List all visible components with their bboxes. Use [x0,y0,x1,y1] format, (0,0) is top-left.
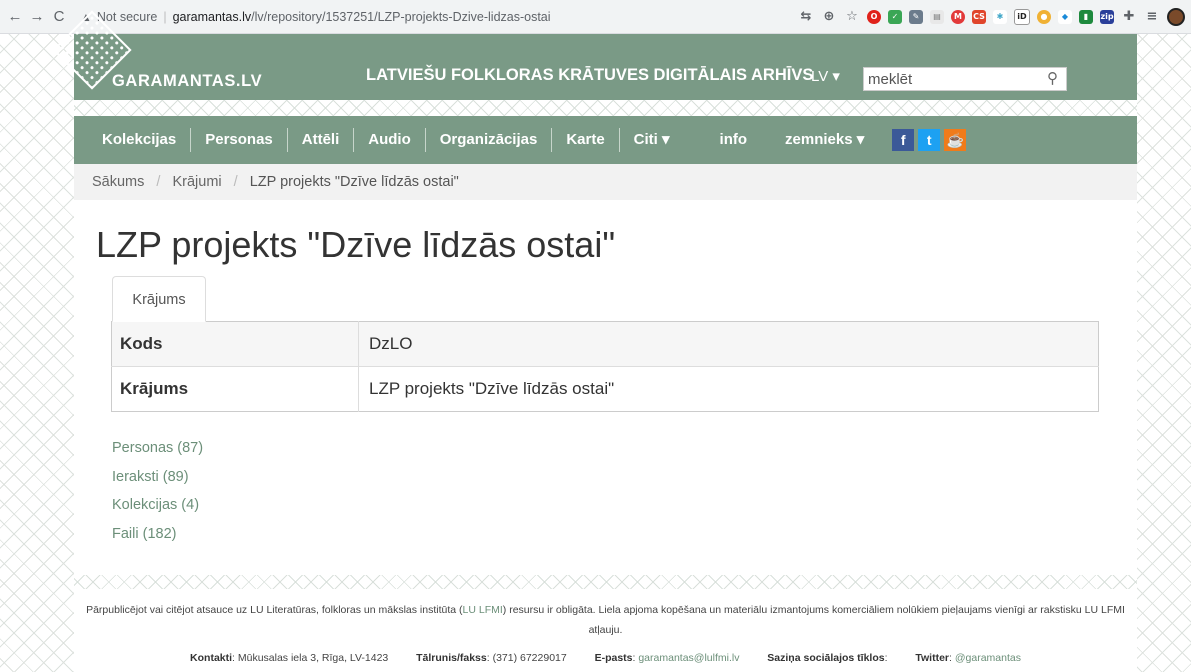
row-value: DzLO [358,321,1099,367]
decorative-band [74,100,1137,116]
phone-value: : (371) 67229017 [486,652,567,664]
page-title: LZP projekts "Dzīve līdzās ostai" [96,224,616,265]
nav-personas[interactable]: Personas [191,128,288,152]
nav-info[interactable]: info [706,128,762,152]
language-dropdown[interactable]: LV ▾ [811,67,840,85]
circle-icon[interactable]: ● [1037,9,1051,24]
book-icon[interactable]: ▮ [1079,9,1093,24]
contacts-label: Kontakti [190,652,233,664]
browser-toolbar: ← → C ▲ Not secure | garamantas.lv /lv/r… [0,0,1191,34]
list-icon[interactable]: ≡ [1144,9,1160,24]
extensions-bar: ⇆ ⊕ ☆ O ✓ ✎ ▤ M CS ✱ iD ● ◆ ▮ zip ✚ ≡ [798,7,1185,26]
reload-icon[interactable]: C [48,8,70,25]
site-header: GARAMANTAS.LV LATVIEŠU FOLKLORAS KRĀTUVE… [52,10,1137,100]
email-label: E-pasts [594,652,633,664]
social-links: f t ☕ [892,129,967,151]
search-input[interactable] [864,68,1042,90]
translate-icon[interactable]: ⇆ [798,9,814,24]
footer-notice: Pārpublicējot vai citējot atsauce uz LU … [74,600,1137,640]
site-title: LATVIEŠU FOLKLORAS KRĀTUVES DIGITĀLAIS A… [366,66,814,84]
nav-kolekcijas[interactable]: Kolekcijas [74,128,192,152]
nav-audio[interactable]: Audio [354,128,426,152]
phone-label: Tālrunis/fakss [416,652,487,664]
twitter-label: Twitter [915,652,950,664]
search-icon[interactable]: ⚲ [1047,69,1058,87]
react-icon[interactable]: ✱ [993,9,1007,24]
link-ieraksti[interactable]: Ieraksti (89) [112,463,203,492]
profile-avatar[interactable] [1167,7,1185,26]
table-row: Krājums LZP projekts "Dzīve līdzās ostai… [111,366,1099,412]
breadcrumb-separator: / [233,174,238,190]
twitter-link[interactable]: @garamantas [955,652,1021,664]
page-container: GARAMANTAS.LV LATVIEŠU FOLKLORAS KRĀTUVE… [52,10,1137,672]
social-label: Saziņa sociālajos tīklos [767,652,885,664]
nav-karte[interactable]: Karte [552,128,620,152]
url-host: garamantas.lv [172,9,252,24]
footer-contacts: Kontakti: Mūkusalas iela 3, Rīga, LV-142… [190,652,1021,664]
zoom-icon[interactable]: ⊕ [821,9,837,24]
breadcrumb-current: LZP projekts "Dzīve līdzās ostai" [249,174,459,190]
nav-user-dropdown[interactable]: zemnieks ▾ [771,128,878,152]
address-bar[interactable]: ▲ Not secure | garamantas.lv /lv/reposit… [80,4,730,30]
info-table: Kods DzLO Krājums LZP projekts "Dzīve lī… [111,321,1099,412]
cs-icon[interactable]: CS [972,9,986,24]
related-links: Personas (87) Ieraksti (89) Kolekcijas (… [112,434,203,548]
link-faili[interactable]: Faili (182) [112,520,203,549]
lfmi-link[interactable]: LU LFMI [463,604,503,616]
nav-organizacijas[interactable]: Organizācijas [426,128,553,152]
row-key: Krājums [111,366,359,412]
draugiem-icon[interactable]: ☕ [944,129,967,151]
notice-text: ) resursu ir obligāta. Liela apjoma kopē… [502,604,1125,636]
contacts-value: : Mūkusalas iela 3, Rīga, LV-1423 [232,652,389,664]
forward-icon[interactable]: → [26,8,48,25]
back-icon[interactable]: ← [4,8,26,25]
m-icon[interactable]: M [951,9,965,24]
pen-icon[interactable]: ✎ [909,9,923,24]
footer-divider [74,575,1137,589]
check-icon[interactable]: ✓ [888,9,902,24]
url-path: /lv/repository/1537251/LZP-projekts-Dziv… [251,9,551,24]
facebook-icon[interactable]: f [892,129,915,151]
diamond-icon[interactable]: ◆ [1058,9,1072,24]
breadcrumb-home[interactable]: Sākums [92,174,144,190]
breadcrumb-separator: / [156,174,161,190]
logo-text[interactable]: GARAMANTAS.LV [112,72,262,91]
main-nav: Kolekcijas Personas Attēli Audio Organiz… [74,116,1137,164]
nav-atteli[interactable]: Attēli [288,128,355,152]
row-value: LZP projekts "Dzīve līdzās ostai" [358,366,1099,412]
address-divider: | [163,9,167,24]
email-link[interactable]: garamantas@lulfmi.lv [638,652,739,664]
twitter-icon[interactable]: t [918,129,941,151]
security-label: Not secure [96,9,158,24]
link-kolekcijas[interactable]: Kolekcijas (4) [112,491,203,520]
doc-icon[interactable]: ▤ [930,9,944,24]
row-key: Kods [111,321,359,367]
search-box: ⚲ [863,67,1067,91]
opera-icon[interactable]: O [867,9,881,24]
notice-text: Pārpublicējot vai citējot atsauce uz LU … [86,604,463,616]
nav-citi-dropdown[interactable]: Citi ▾ [620,128,684,152]
tab-krajums[interactable]: Krājums [112,276,206,322]
zip-icon[interactable]: zip [1100,9,1114,24]
puzzle-icon[interactable]: ✚ [1121,9,1137,24]
id-icon[interactable]: iD [1014,8,1030,25]
link-personas[interactable]: Personas (87) [112,434,203,463]
table-row: Kods DzLO [111,321,1099,367]
breadcrumb: Sākums / Krājumi / LZP projekts "Dzīve l… [74,164,1137,200]
breadcrumb-krajumi[interactable]: Krājumi [172,174,221,190]
star-icon[interactable]: ☆ [844,9,860,24]
